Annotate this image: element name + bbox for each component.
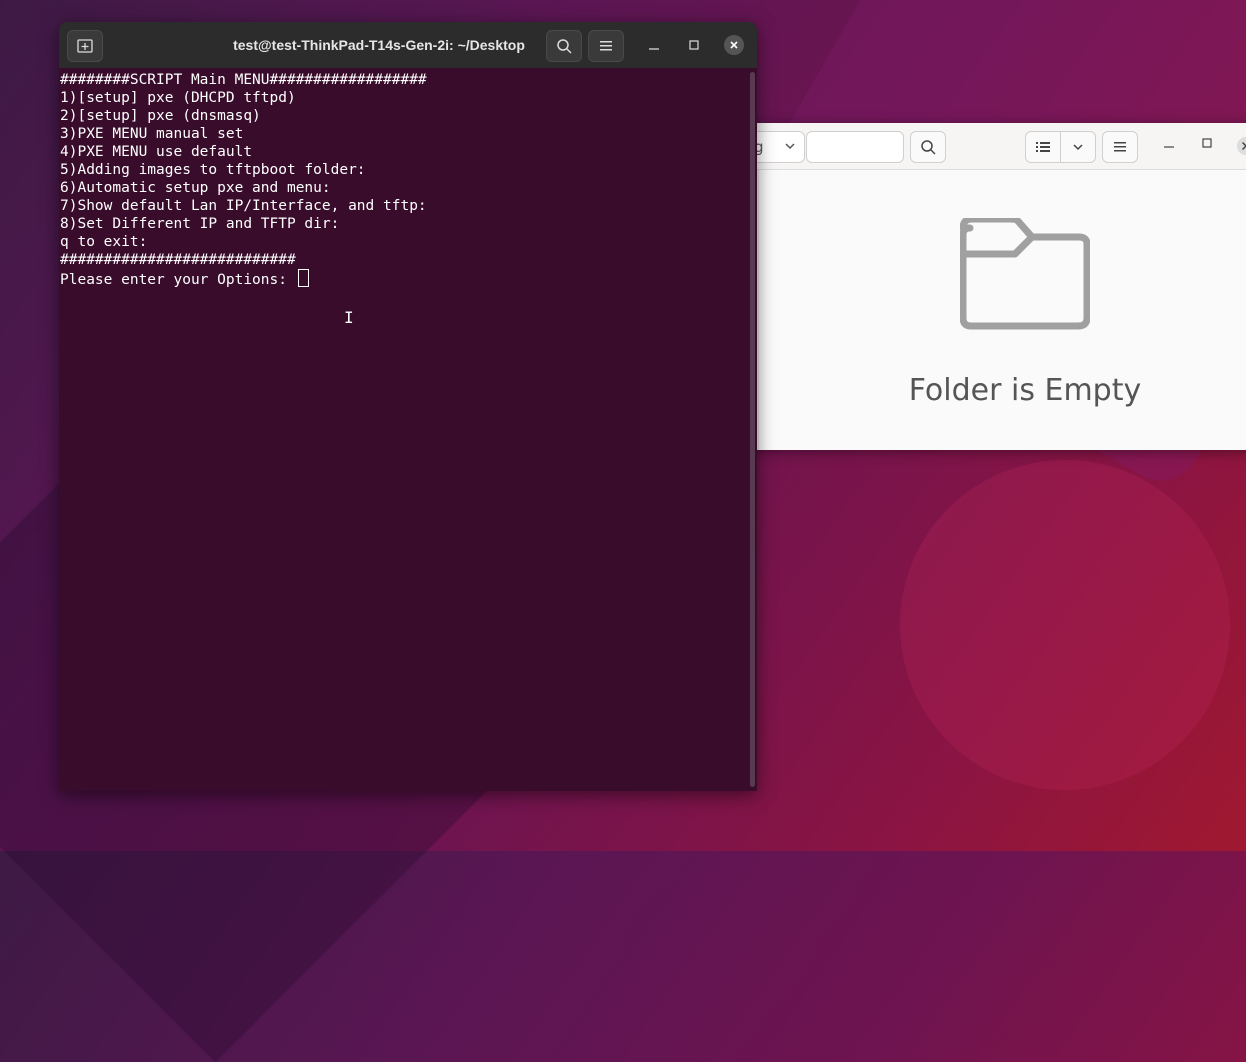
terminal-line: 8)Set Different IP and TFTP dir: [60,216,340,232]
terminal-line: 5)Adding images to tftpboot folder: [60,162,366,178]
list-view-icon [1036,142,1050,152]
maximize-icon [1202,138,1212,148]
text-cursor [297,269,309,287]
search-button[interactable] [910,131,946,163]
files-minimize-button[interactable] [1164,137,1174,153]
terminal-maximize-button[interactable] [683,34,705,56]
terminal-line: 2)[setup] pxe (dnsmasq) [60,108,261,124]
minimize-icon [649,48,659,50]
terminal-line: 7)Show default Lan IP/Interface, and tft… [60,198,427,214]
terminal-line: ########SCRIPT Main MENU################… [60,72,427,88]
terminal-line: 4)PXE MENU use default [60,144,253,160]
maximize-icon [689,40,699,50]
search-input[interactable] [806,131,904,163]
new-tab-icon [77,39,93,53]
terminal-search-button[interactable] [546,30,582,62]
hamburger-menu-icon [600,41,612,51]
wallpaper-shape [900,460,1230,790]
files-menu-button[interactable] [1102,131,1138,163]
terminal-output[interactable]: ########SCRIPT Main MENU################… [60,71,747,791]
sidebar-divider [758,170,759,450]
terminal-line: ########################### [60,252,296,268]
search-icon [921,140,936,155]
terminal-prompt-line[interactable]: Please enter your Options: [60,269,747,289]
terminal-close-button[interactable] [724,35,744,55]
window-title: test@test-ThinkPad-T14s-Gen-2i: ~/Deskto… [233,37,525,53]
ibeam-cursor-icon: I [344,308,354,327]
chevron-down-icon [1073,144,1083,151]
terminal-line: 3)PXE MENU manual set [60,126,244,142]
close-icon [730,41,738,49]
files-close-button[interactable] [1236,136,1246,160]
terminal-minimize-button[interactable] [643,34,665,56]
terminal-window: test@test-ThinkPad-T14s-Gen-2i: ~/Deskto… [59,22,757,791]
terminal-scrollbar[interactable] [750,72,755,787]
new-tab-button[interactable] [67,30,103,62]
close-icon [1237,137,1246,155]
list-view-button[interactable] [1025,131,1061,163]
terminal-line: 6)Automatic setup pxe and menu: [60,180,331,196]
terminal-line: 1)[setup] pxe (DHCPD tftpd) [60,90,296,106]
minimize-icon [1164,146,1174,148]
terminal-line: q to exit: [60,234,148,250]
chevron-down-icon[interactable] [770,132,796,162]
terminal-prompt: Please enter your Options: [60,272,296,288]
empty-folder-message: Folder is Empty [908,373,1142,408]
terminal-headerbar: test@test-ThinkPad-T14s-Gen-2i: ~/Deskto… [59,22,757,68]
folder-icon [959,215,1091,337]
files-maximize-button[interactable] [1202,137,1212,153]
terminal-menu-button[interactable] [588,30,624,62]
hamburger-menu-icon [1114,142,1126,152]
files-headerbar: g [740,123,1246,170]
view-options-button[interactable] [1060,131,1096,163]
files-window: g Folder is Empty [740,123,1246,450]
search-icon [557,39,572,54]
